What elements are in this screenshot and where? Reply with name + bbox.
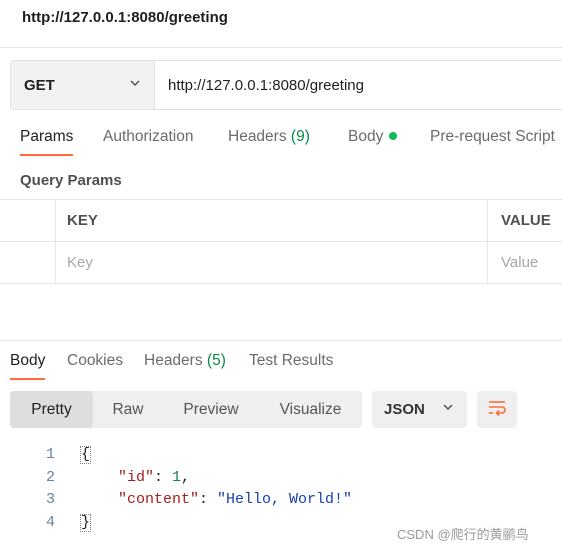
view-raw-label: Raw — [112, 400, 144, 418]
line-number: 4 — [45, 513, 55, 531]
url-bar: GET — [10, 60, 562, 110]
method-label: GET — [24, 76, 55, 94]
json-colon: : — [154, 468, 173, 486]
line-number: 2 — [45, 468, 55, 486]
chevron-down-icon — [128, 76, 142, 95]
tab-prerequest-script[interactable]: Pre-request Script — [430, 128, 555, 146]
view-pretty-button[interactable]: Pretty — [10, 391, 93, 428]
tab-headers-label: Headers — [228, 128, 287, 145]
response-tab-cookies[interactable]: Cookies — [67, 352, 123, 370]
response-tab-test-results[interactable]: Test Results — [249, 352, 333, 370]
value-input[interactable]: Value — [489, 242, 562, 283]
key-placeholder: Key — [67, 254, 93, 271]
response-tab-body-label: Body — [10, 352, 46, 369]
format-label: JSON — [384, 401, 425, 418]
code-text: } — [80, 512, 92, 535]
key-column-header: KEY — [56, 200, 488, 241]
request-tabs: Params Authorization Headers (9) Body Pr… — [0, 128, 562, 160]
tab-prerequest-label: Pre-request Script — [430, 128, 555, 145]
response-tab-headers-label: Headers — [144, 352, 203, 369]
headers-count: (9) — [290, 128, 310, 145]
code-line: 3 "content": "Hello, World!" — [0, 489, 562, 512]
view-preview-button[interactable]: Preview — [163, 391, 259, 428]
view-pretty-label: Pretty — [31, 400, 72, 418]
json-key: "content" — [118, 491, 200, 508]
wrap-lines-button[interactable] — [477, 391, 517, 428]
response-tab-cookies-label: Cookies — [67, 352, 123, 369]
query-params-label: Query Params — [20, 172, 122, 189]
view-raw-button[interactable]: Raw — [93, 391, 163, 428]
key-header-text: KEY — [67, 212, 98, 229]
active-response-tab-indicator — [10, 378, 46, 380]
table-header-row: KEY VALUE — [0, 199, 562, 242]
json-comma: , — [181, 468, 191, 486]
open-brace: { — [80, 446, 92, 464]
tab-params-label: Params — [20, 128, 74, 145]
line-number: 1 — [45, 446, 55, 463]
response-headers-count: (5) — [206, 352, 226, 369]
response-tab-headers[interactable]: Headers (5) — [144, 352, 226, 370]
value-placeholder: Value — [501, 254, 539, 271]
tab-headers[interactable]: Headers (9) — [228, 128, 310, 146]
code-text: "id": 1, — [118, 467, 190, 490]
view-mode-switcher: Pretty Raw Preview Visualize — [10, 391, 362, 428]
method-select[interactable]: GET — [11, 61, 155, 109]
wrap-lines-icon — [487, 398, 507, 421]
json-number: 1 — [172, 468, 182, 486]
watermark: CSDN @爬行的黄鹂鸟 — [397, 527, 529, 542]
json-string: "Hello, World!" — [217, 491, 353, 508]
tab-params[interactable]: Params — [20, 128, 74, 156]
response-tab-test-results-label: Test Results — [249, 352, 334, 369]
view-preview-label: Preview — [183, 400, 239, 418]
table-row: Key Value — [0, 242, 562, 284]
tab-body-label: Body — [348, 128, 384, 145]
value-column-header: VALUE — [489, 200, 562, 241]
response-divider — [0, 340, 562, 341]
tab-body[interactable]: Body — [348, 128, 398, 146]
tab-authorization[interactable]: Authorization — [103, 128, 193, 146]
code-text: { — [80, 444, 92, 467]
tab-authorization-label: Authorization — [103, 128, 194, 145]
view-visualize-label: Visualize — [279, 400, 342, 418]
code-line: 2 "id": 1, — [0, 467, 562, 490]
json-colon: : — [199, 491, 218, 508]
response-tab-body[interactable]: Body — [10, 352, 46, 380]
code-text: "content": "Hello, World!" — [118, 489, 352, 512]
url-input[interactable] — [155, 61, 562, 109]
body-status-dot-icon — [389, 132, 398, 140]
active-tab-indicator — [20, 154, 74, 156]
header-divider — [0, 47, 562, 48]
format-select[interactable]: JSON — [372, 391, 467, 428]
view-visualize-button[interactable]: Visualize — [259, 391, 362, 428]
row-checkbox-cell — [0, 242, 56, 283]
response-body-code[interactable]: 1 { 2 "id": 1, 3 "content": "Hello, Worl… — [0, 444, 562, 534]
checkbox-column-header — [0, 200, 56, 241]
value-header-text: VALUE — [501, 212, 551, 229]
query-params-table: KEY VALUE Key Value — [0, 199, 562, 284]
request-title: http://127.0.0.1:8080/greeting — [22, 9, 228, 26]
chevron-down-icon — [441, 400, 455, 419]
code-line: 1 { — [0, 444, 562, 467]
close-brace: } — [80, 513, 92, 532]
key-input[interactable]: Key — [56, 242, 488, 283]
json-key: "id" — [118, 468, 155, 486]
line-number: 3 — [45, 491, 55, 508]
